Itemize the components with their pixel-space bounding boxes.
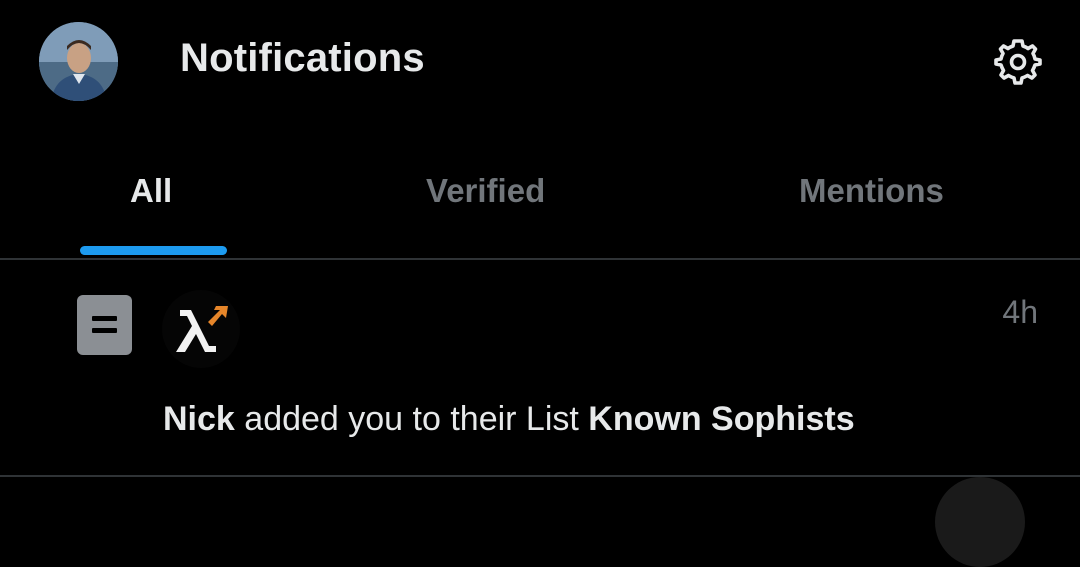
tab-verified[interactable]: Verified xyxy=(426,172,545,210)
settings-button[interactable] xyxy=(994,38,1042,86)
actor-name[interactable]: Nick xyxy=(163,400,235,438)
notification-divider xyxy=(0,475,1080,477)
lambda-logo-icon xyxy=(162,290,240,368)
profile-photo-icon xyxy=(39,22,118,101)
tab-mentions[interactable]: Mentions xyxy=(799,172,944,210)
notification-time: 4h xyxy=(1002,294,1038,330)
actor-avatar[interactable] xyxy=(162,290,240,368)
notification-text: Nick added you to their List Known Sophi… xyxy=(163,400,855,439)
notification-action: added you to their List xyxy=(244,400,579,438)
active-tab-indicator xyxy=(80,246,227,255)
notification-item[interactable]: 4h Nick added you to their List Known So… xyxy=(0,260,1080,475)
top-app-bar: Notifications xyxy=(0,0,1080,125)
list-icon xyxy=(77,295,132,355)
gear-icon xyxy=(994,39,1042,85)
list-name-link[interactable]: Known Sophists xyxy=(588,400,854,438)
profile-avatar[interactable] xyxy=(39,22,118,101)
notification-tabs: All Verified Mentions xyxy=(0,140,1080,259)
page-title: Notifications xyxy=(180,36,425,80)
tab-all[interactable]: All xyxy=(130,172,172,210)
